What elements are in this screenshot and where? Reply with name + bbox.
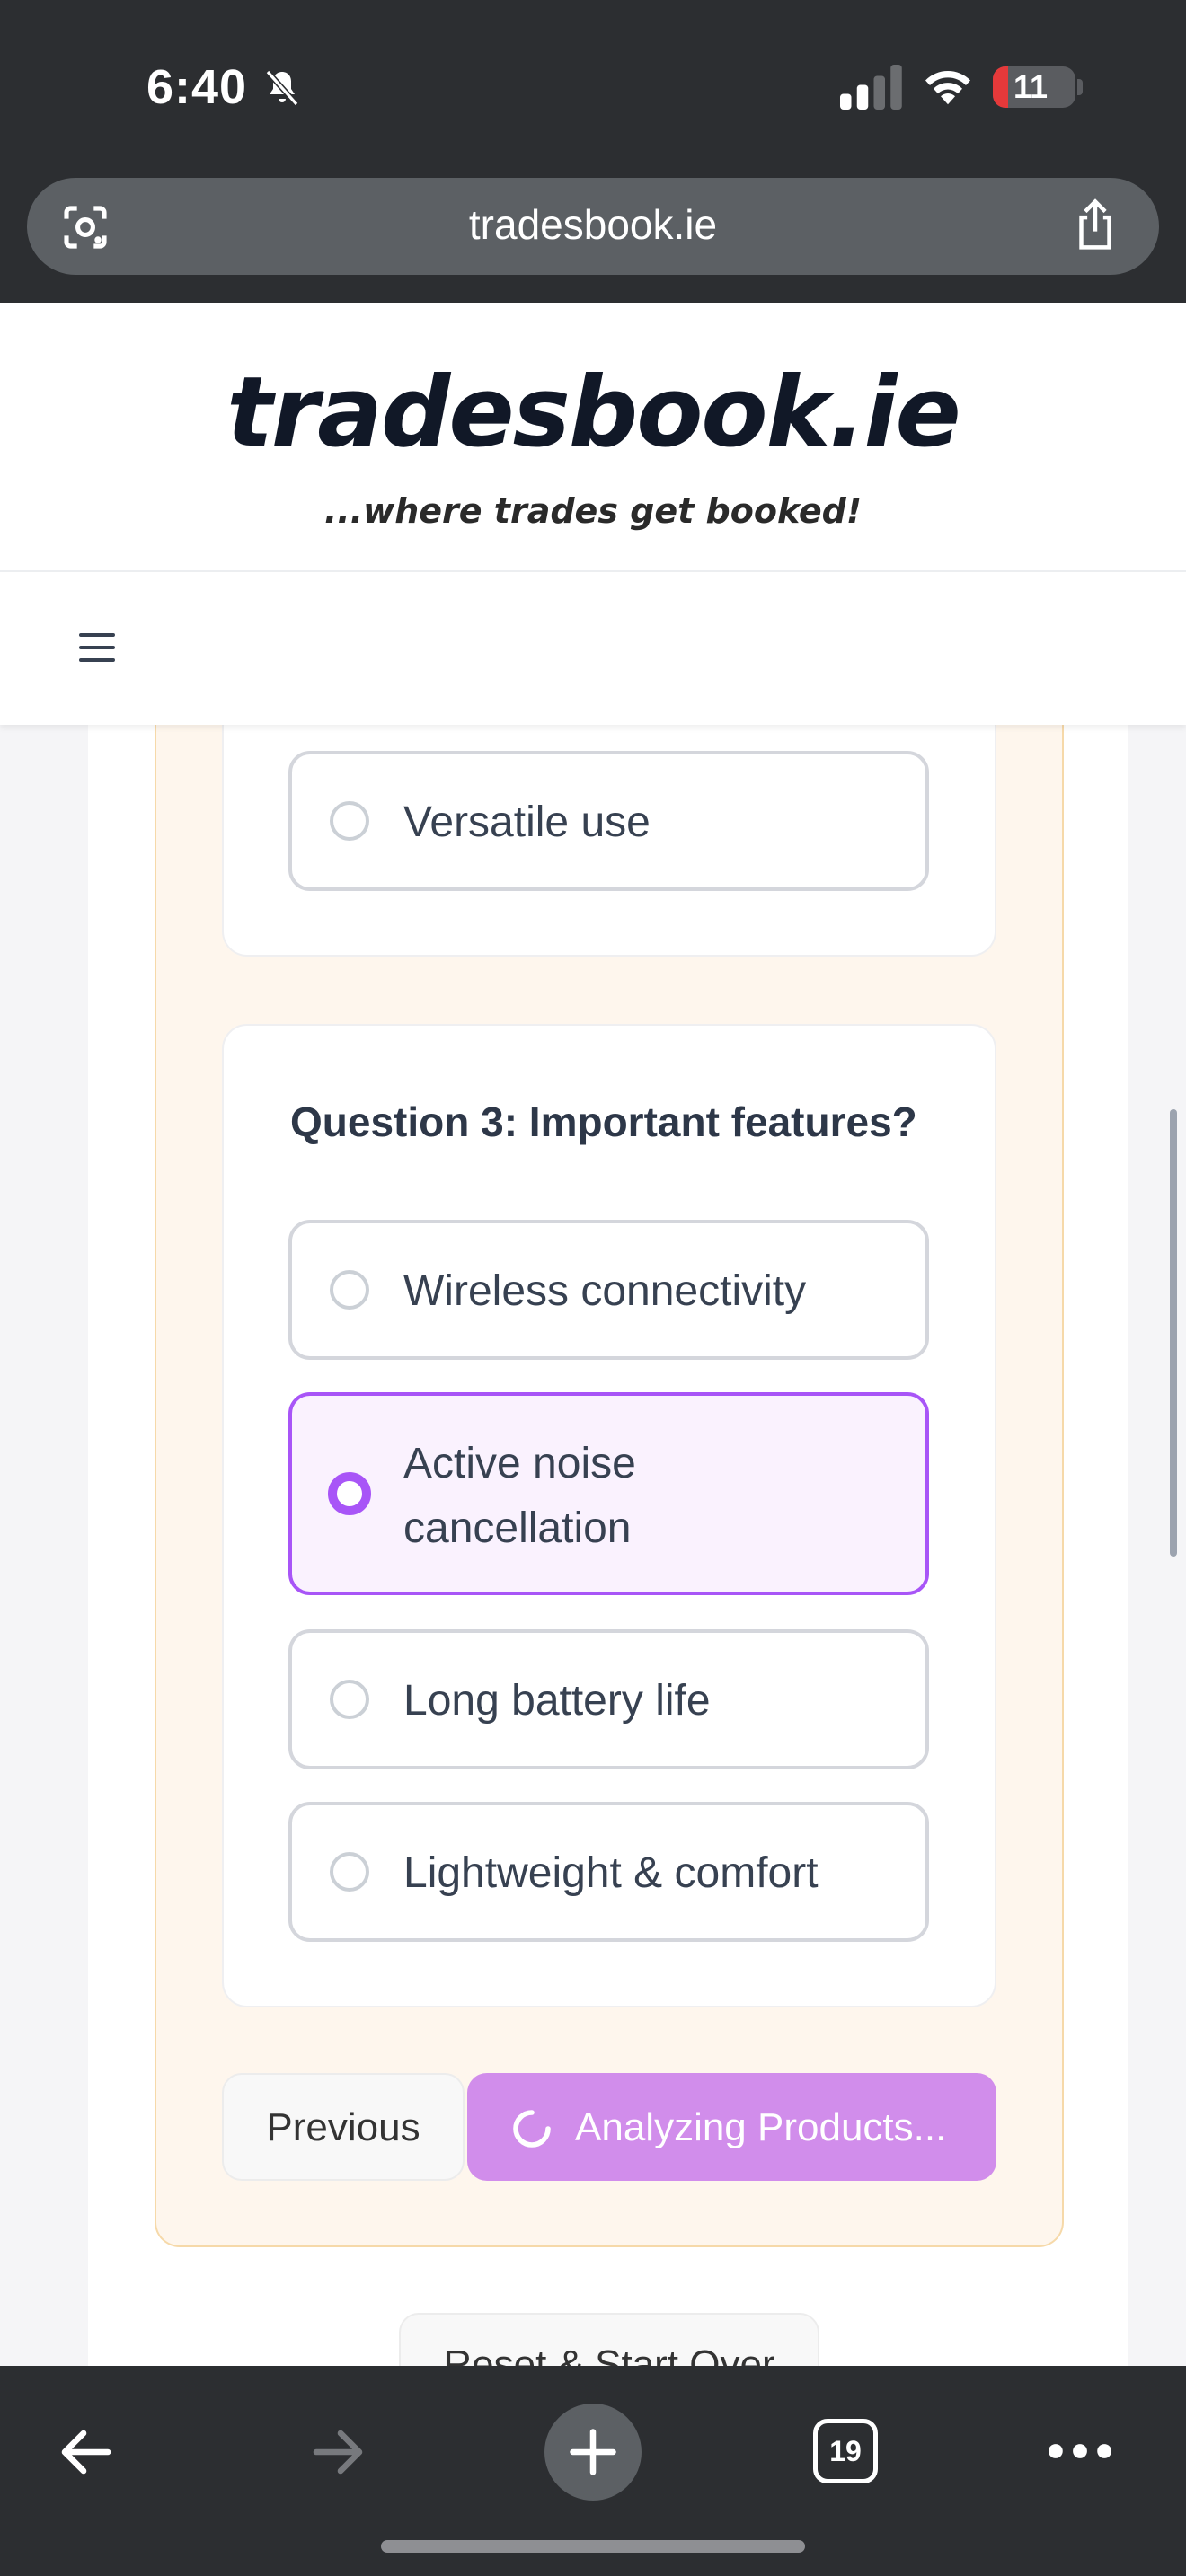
radio-icon[interactable] bbox=[330, 1270, 369, 1310]
battery-percent: 11 bbox=[1013, 68, 1049, 105]
site-logo[interactable]: tradesbook.ie bbox=[0, 357, 1186, 469]
question-title: Question 3: Important features? bbox=[290, 1098, 917, 1145]
option-wireless-connectivity[interactable]: Wireless connectivity bbox=[288, 1220, 929, 1360]
option-label: Versatile use bbox=[403, 798, 651, 846]
scrollbar-thumb[interactable] bbox=[1170, 1109, 1177, 1557]
plus-icon bbox=[570, 2429, 616, 2475]
status-time: 6:40 bbox=[146, 60, 248, 114]
radio-selected-icon[interactable] bbox=[328, 1472, 371, 1515]
back-arrow-icon[interactable] bbox=[54, 2420, 119, 2484]
radio-icon[interactable] bbox=[330, 1852, 369, 1892]
battery-tip bbox=[1077, 79, 1083, 95]
option-versatile-use[interactable]: Versatile use bbox=[288, 751, 929, 891]
option-long-battery-life[interactable]: Long battery life bbox=[288, 1629, 929, 1769]
url-text[interactable]: tradesbook.ie bbox=[27, 200, 1159, 249]
option-label: Long battery life bbox=[403, 1677, 711, 1725]
site-header: tradesbook.ie ...where trades get booked… bbox=[0, 303, 1186, 572]
address-bar[interactable]: tradesbook.ie bbox=[27, 178, 1159, 275]
radio-icon[interactable] bbox=[330, 1680, 369, 1719]
option-label: Wireless connectivity bbox=[403, 1267, 807, 1315]
option-lightweight-comfort[interactable]: Lightweight & comfort bbox=[288, 1802, 929, 1942]
forward-arrow-icon[interactable] bbox=[305, 2420, 370, 2484]
wifi-icon bbox=[925, 70, 970, 105]
option-label-line2: cancellation bbox=[403, 1504, 632, 1552]
previous-button[interactable]: Previous bbox=[222, 2073, 465, 2181]
home-indicator bbox=[381, 2540, 805, 2553]
hamburger-icon[interactable] bbox=[79, 633, 115, 664]
battery-icon: 11 bbox=[993, 66, 1075, 108]
option-label-line1: Active noise bbox=[403, 1440, 636, 1487]
signal-icon bbox=[840, 65, 902, 110]
tabs-icon[interactable]: 19 bbox=[813, 2419, 878, 2483]
site-nav bbox=[0, 572, 1186, 725]
site-tagline: ...where trades get booked! bbox=[323, 491, 863, 531]
option-active-noise-cancellation[interactable]: Active noise cancellation bbox=[288, 1392, 929, 1595]
analyze-button[interactable]: Analyzing Products... bbox=[467, 2073, 996, 2181]
spinner-icon bbox=[513, 2110, 551, 2148]
option-label: Lightweight & comfort bbox=[403, 1849, 819, 1897]
analyze-button-label: Analyzing Products... bbox=[575, 2105, 947, 2149]
status-and-address-bar: 6:40 11 tradesbook.ie bbox=[0, 0, 1186, 303]
bell-slash-icon bbox=[265, 69, 299, 107]
more-icon[interactable] bbox=[1047, 2438, 1113, 2465]
radio-icon[interactable] bbox=[330, 801, 369, 841]
new-tab-button[interactable] bbox=[544, 2404, 642, 2501]
share-icon[interactable] bbox=[1071, 198, 1120, 253]
